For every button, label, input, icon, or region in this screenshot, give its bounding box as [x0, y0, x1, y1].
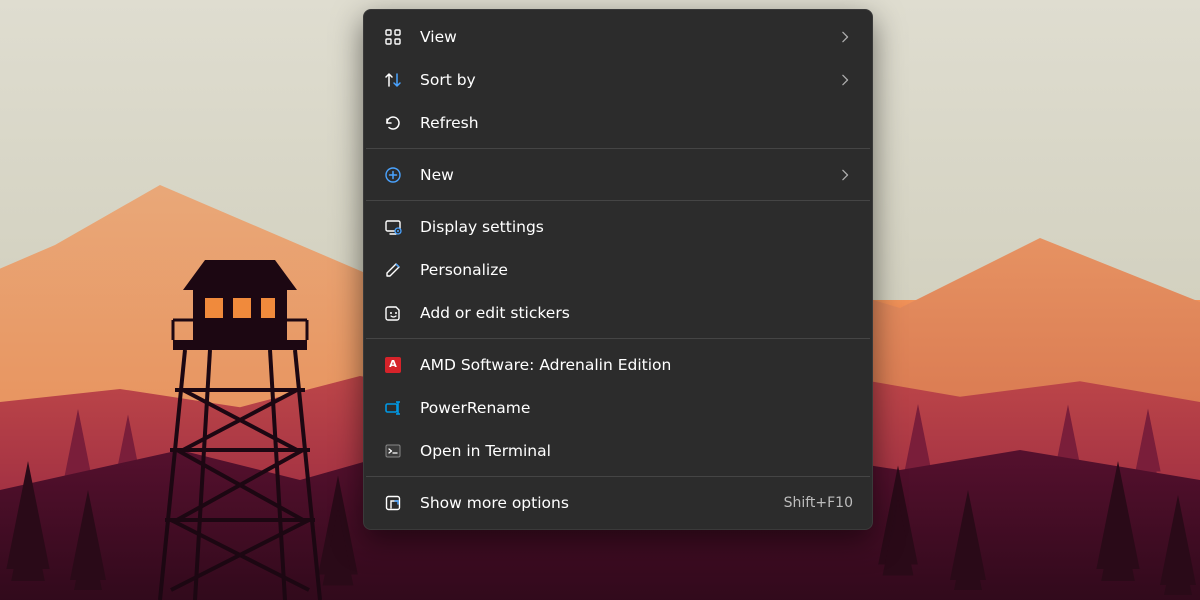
chevron-right-icon [839, 73, 853, 87]
amd-icon: A [383, 355, 403, 375]
wallpaper-tree [1160, 495, 1196, 585]
menu-item-label: Sort by [420, 71, 839, 89]
wallpaper-tree [1096, 461, 1139, 569]
menu-item-label: Personalize [420, 261, 853, 279]
menu-item-more[interactable]: Show more optionsShift+F10 [369, 481, 867, 524]
menu-item-new[interactable]: New [369, 153, 867, 196]
display-settings-icon [383, 217, 403, 237]
menu-separator [366, 200, 870, 201]
powerrename-icon [383, 398, 403, 418]
menu-item-label: AMD Software: Adrenalin Edition [420, 356, 853, 374]
menu-separator [366, 476, 870, 477]
menu-item-label: Show more options [420, 494, 784, 512]
terminal-icon [383, 441, 403, 461]
menu-item-label: Add or edit stickers [420, 304, 853, 322]
menu-item-powerrename[interactable]: PowerRename [369, 386, 867, 429]
menu-item-personalize[interactable]: Personalize [369, 248, 867, 291]
menu-item-label: View [420, 28, 839, 46]
wallpaper-tree [950, 490, 986, 580]
chevron-right-icon [839, 168, 853, 182]
menu-item-label: Open in Terminal [420, 442, 853, 460]
menu-item-label: Refresh [420, 114, 853, 132]
menu-item-refresh[interactable]: Refresh [369, 101, 867, 144]
menu-item-stickers[interactable]: Add or edit stickers [369, 291, 867, 334]
wallpaper-tree [70, 490, 106, 580]
menu-item-view[interactable]: View [369, 15, 867, 58]
menu-item-sortby[interactable]: Sort by [369, 58, 867, 101]
pencil-icon [383, 260, 403, 280]
plus-circle-icon [383, 165, 403, 185]
menu-item-terminal[interactable]: Open in Terminal [369, 429, 867, 472]
desktop-wallpaper[interactable]: View Sort by Refresh New Display settings Per… [0, 0, 1200, 600]
menu-item-label: New [420, 166, 839, 184]
wallpaper-tree [64, 409, 93, 481]
desktop-context-menu: View Sort by Refresh New Display settings Per… [363, 9, 873, 530]
menu-item-label: Display settings [420, 218, 853, 236]
expand-icon [383, 493, 403, 513]
menu-separator [366, 148, 870, 149]
menu-item-display[interactable]: Display settings [369, 205, 867, 248]
menu-separator [366, 338, 870, 339]
chevron-right-icon [839, 30, 853, 44]
menu-item-label: PowerRename [420, 399, 853, 417]
refresh-icon [383, 113, 403, 133]
wallpaper-tree [6, 461, 49, 569]
sort-icon [383, 70, 403, 90]
wallpaper-fire-tower [155, 240, 325, 600]
wallpaper-tree [878, 466, 918, 565]
grid-icon [383, 27, 403, 47]
sticker-icon [383, 303, 403, 323]
menu-item-amd[interactable]: A AMD Software: Adrenalin Edition [369, 343, 867, 386]
menu-item-shortcut: Shift+F10 [784, 495, 853, 511]
